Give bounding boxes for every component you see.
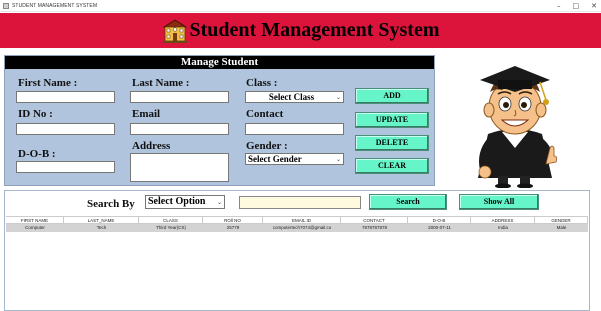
chevron-down-icon: ⌄: [216, 199, 222, 206]
column-header[interactable]: D-O-B: [408, 217, 471, 223]
contact-label: Contact: [246, 108, 284, 120]
students-table: FIRST NAME LAST_NAME CLASS ROll NO EMAIL…: [6, 216, 588, 232]
table-cell: Tech: [96, 225, 107, 230]
chevron-down-icon: ⌄: [335, 156, 341, 163]
id-no-label: ID No :: [18, 108, 53, 120]
table-row[interactable]: Computer Tech Third Year(CS) 25779 compu…: [6, 224, 588, 232]
last-name-input[interactable]: [130, 91, 229, 103]
search-option-value: Select Option: [148, 196, 206, 207]
last-name-label: Last Name :: [132, 77, 190, 89]
table-cell: Third Year(CS): [156, 225, 186, 230]
address-label: Address: [132, 140, 171, 152]
gender-select[interactable]: Select Gender ⌄: [245, 153, 344, 165]
search-panel: Search By Select Option ⌄ Search Show Al…: [4, 190, 590, 311]
table-cell: 2000-07-11: [428, 225, 451, 230]
class-select-value: Select Class: [268, 92, 315, 102]
email-input[interactable]: [130, 123, 229, 135]
manage-panel-title: Manage Student: [5, 56, 434, 69]
email-label: Email: [132, 108, 161, 120]
search-option-select[interactable]: Select Option ⌄: [145, 195, 225, 209]
column-header[interactable]: LAST_NAME: [64, 217, 139, 223]
column-header[interactable]: CLASS: [139, 217, 203, 223]
contact-input[interactable]: [245, 123, 344, 135]
chevron-down-icon: ⌄: [335, 94, 341, 101]
maximize-icon[interactable]: □: [573, 0, 580, 12]
gender-label: Gender :: [246, 140, 288, 152]
address-textarea[interactable]: [130, 153, 229, 182]
school-icon: [162, 19, 187, 43]
table-cell: 25779: [226, 225, 240, 230]
id-no-input[interactable]: [16, 123, 115, 135]
table-cell: India: [498, 225, 508, 230]
dob-input[interactable]: [16, 161, 115, 173]
table-cell: 7878787878: [361, 225, 388, 230]
search-input[interactable]: [239, 196, 361, 209]
show-all-button[interactable]: Show All: [459, 194, 539, 210]
table-cell: Male: [556, 225, 567, 230]
update-button[interactable]: UPDATE: [355, 112, 429, 128]
table-cell: Computer: [25, 225, 45, 230]
add-button[interactable]: ADD: [355, 88, 429, 104]
app-title: Student Management System: [189, 19, 440, 41]
app-window-icon: [3, 2, 9, 9]
dob-label: D-O-B :: [18, 148, 56, 160]
column-header[interactable]: FIRST NAME: [6, 217, 64, 223]
column-header[interactable]: GENDER: [535, 217, 588, 223]
column-header[interactable]: ADDRESS: [471, 217, 535, 223]
class-label: Class :: [246, 77, 278, 89]
search-button[interactable]: Search: [369, 194, 447, 210]
table-header: FIRST NAME LAST_NAME CLASS ROll NO EMAIL…: [6, 216, 588, 224]
column-header[interactable]: CONTACT: [341, 217, 408, 223]
search-by-label: Search By: [87, 198, 135, 210]
close-icon[interactable]: ✕: [591, 0, 597, 12]
gender-select-value: Select Gender: [248, 154, 302, 164]
column-header[interactable]: ROll NO: [203, 217, 263, 223]
window-controls: – □ ✕: [557, 0, 597, 12]
window-title: STUDENT MANAGEMENT SYSTEM: [12, 2, 98, 9]
first-name-label: First Name :: [18, 77, 78, 89]
class-select[interactable]: Select Class ⌄: [245, 91, 344, 103]
delete-button[interactable]: DELETE: [355, 135, 429, 151]
minimize-icon[interactable]: –: [557, 0, 561, 12]
column-header[interactable]: EMAIL ID: [263, 217, 341, 223]
clear-button[interactable]: CLEAR: [355, 158, 429, 174]
table-cell: computertech7074@gmail.co: [272, 225, 332, 230]
window-titlebar: STUDENT MANAGEMENT SYSTEM – □ ✕: [0, 0, 601, 12]
first-name-input[interactable]: [16, 91, 115, 103]
app-header: Student Management System: [0, 13, 601, 48]
graduate-mascot-image: [478, 66, 558, 188]
manage-student-panel: Manage Student First Name : Last Name : …: [4, 55, 435, 186]
